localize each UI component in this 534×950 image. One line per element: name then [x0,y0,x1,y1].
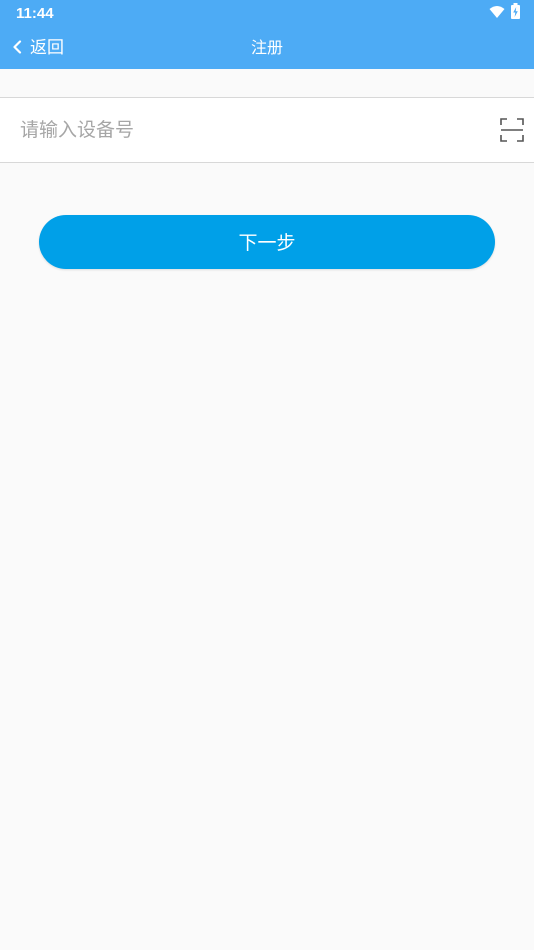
page-title: 注册 [250,38,283,57]
device-number-row [0,97,534,163]
status-time: 11:44 [16,5,54,22]
scan-button[interactable] [500,118,524,142]
register-screen: 11:44 返回 注册 请输入设备号 下一步 [0,0,534,950]
device-number-input[interactable] [20,98,480,162]
app-header: 11:44 返回 注册 [0,0,534,69]
scan-icon [500,118,524,146]
status-icons [489,3,520,23]
next-step-button[interactable]: 下一步 [39,215,495,269]
wifi-icon [489,4,505,23]
battery-charging-icon [511,3,520,23]
